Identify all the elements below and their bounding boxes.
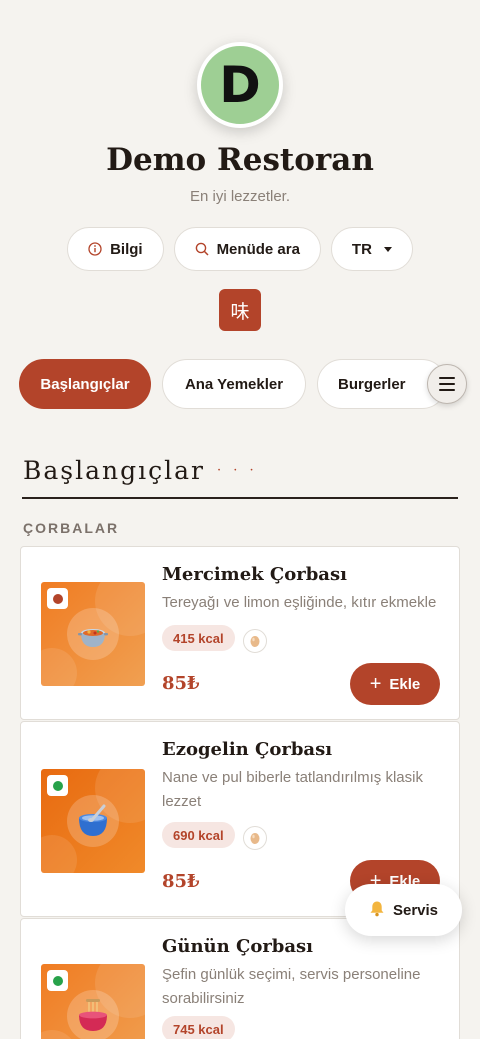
language-select[interactable]: TR [330,227,413,271]
menu-item-card[interactable]: Günün Çorbası Şefin günlük seçimi, servi… [20,918,460,1039]
soup-pot-icon [67,608,119,660]
plus-icon: + [369,673,382,695]
item-description: Nane ve pul biberle tatlandırılmış klasi… [162,769,423,810]
category-tabs: Başlangıçlar Ana Yemekler Burgerler [19,359,480,409]
restaurant-name: Demo Restoran [106,142,374,178]
calorie-badge: 690 kcal [162,822,235,848]
tab-ana-yemekler[interactable]: Ana Yemekler [162,359,306,409]
item-price: 85₺ [162,673,200,694]
language-value: TR [351,240,372,258]
decor [41,648,77,686]
section-divider [22,497,458,499]
soup-bowl-icon [67,795,119,847]
info-icon [88,242,102,256]
subsection-title: ÇORBALAR [23,520,120,536]
info-button-label: Bilgi [110,240,143,258]
call-service-button[interactable]: Servis [345,884,462,936]
hamburger-icon [439,377,455,379]
calorie-badge: 745 kcal [162,1016,235,1039]
noodle-bowl-icon [67,990,119,1039]
item-name: Ezogelin Çorbası [162,739,333,760]
search-button-label: Menüde ara [216,240,300,258]
restaurant-tagline: En iyi lezzetler. [189,188,291,205]
item-name: Mercimek Çorbası [162,564,347,585]
item-name: Günün Çorbası [162,936,314,957]
search-icon [195,242,209,256]
section-dots: · · · [216,463,258,478]
section-title: Başlangıçlar · · · [23,456,258,485]
item-image [41,964,145,1039]
add-to-cart-button[interactable]: + Ekle [350,663,440,705]
vegetarian-icon [47,970,68,991]
restaurant-header: D Demo Restoran En iyi lezzetler. Bilgi … [0,0,480,331]
bell-icon [369,900,385,921]
decor [41,835,77,873]
vegetarian-icon [47,588,68,609]
info-button[interactable]: Bilgi [67,227,164,271]
item-image [41,582,145,686]
chevron-down-icon [383,246,392,252]
section-title-text: Başlangıçlar [23,456,205,485]
item-description: Şefin günlük seçimi, servis personeline … [162,966,421,1007]
egg-allergen-icon [243,826,267,850]
header-actions: Bilgi Menüde ara TR [67,227,413,271]
egg-allergen-icon [243,629,267,653]
search-button[interactable]: Menüde ara [173,227,321,271]
item-price: 85₺ [162,871,200,892]
service-button-label: Servis [392,901,439,919]
restaurant-logo: D [197,42,283,128]
language-character-button[interactable]: 味 [219,289,261,331]
category-menu-button[interactable] [427,364,467,404]
vegetarian-icon [47,775,68,796]
calorie-badge: 415 kcal [162,625,235,651]
hamburger-line [439,383,455,385]
item-description: Tereyağı ve limon eşliğinde, kıtır ekmek… [162,594,437,611]
item-image [41,769,145,873]
add-button-label: Ekle [389,675,421,693]
menu-item-card[interactable]: Mercimek Çorbası Tereyağı ve limon eşliğ… [20,546,460,720]
tab-baslangiclar[interactable]: Başlangıçlar [19,359,151,409]
hamburger-line [439,389,455,391]
